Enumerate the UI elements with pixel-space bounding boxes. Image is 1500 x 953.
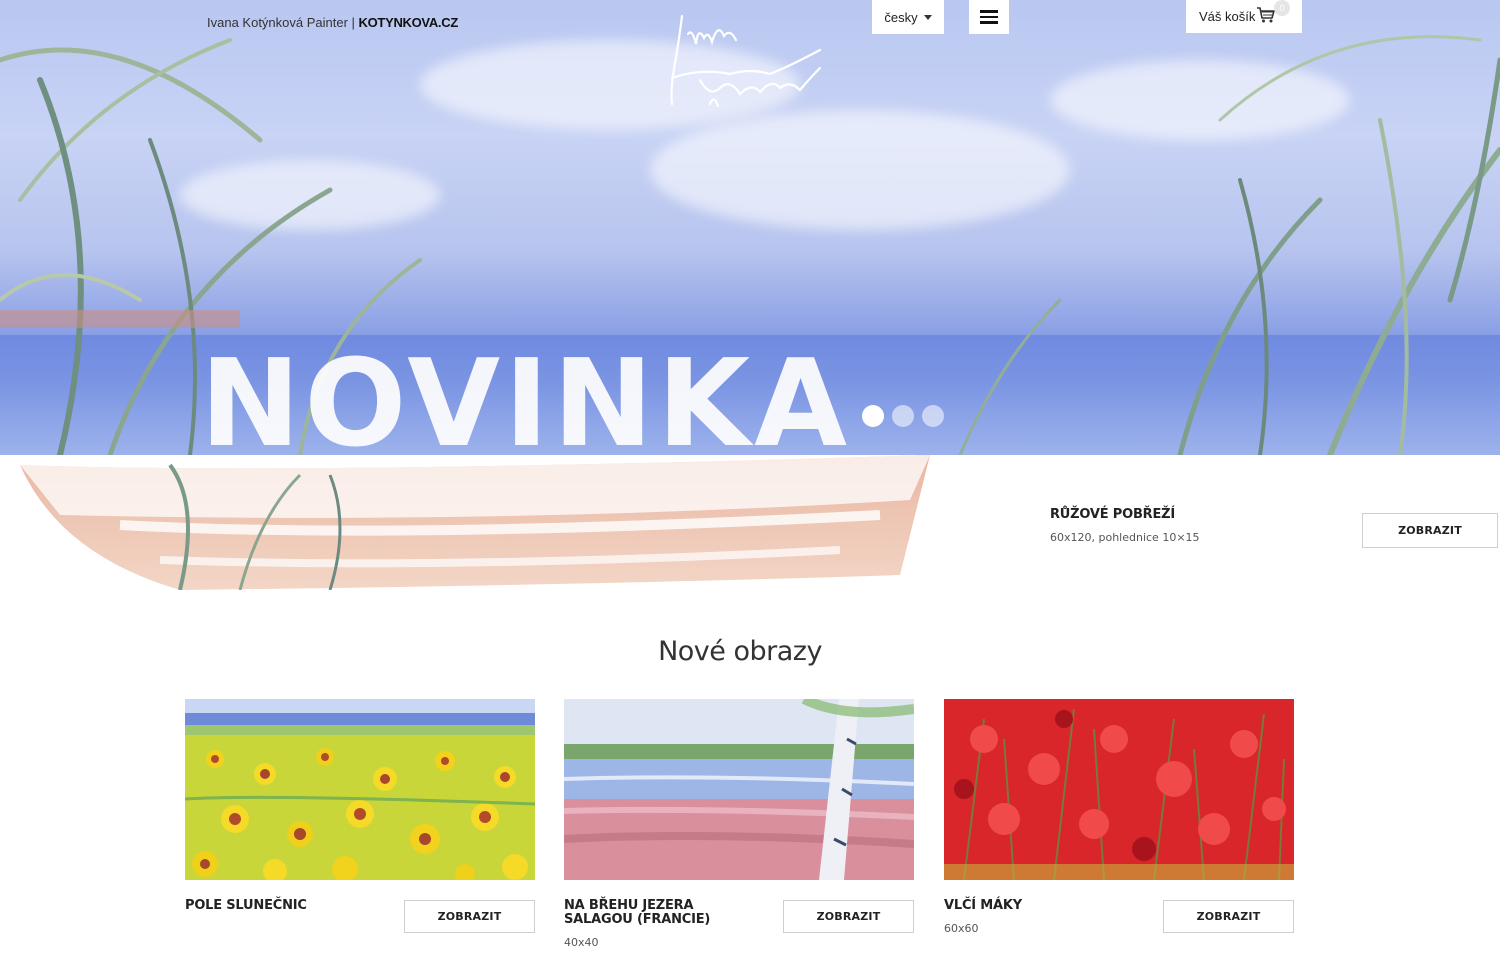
slider-dot-3[interactable] bbox=[922, 405, 944, 427]
painting-title[interactable]: POLE SLUNEČNIC bbox=[185, 899, 355, 913]
menu-icon-bar bbox=[980, 10, 998, 13]
language-dropdown[interactable]: česky bbox=[872, 0, 944, 34]
hero-brush-stroke bbox=[0, 455, 940, 590]
featured-title[interactable]: RŮŽOVÉ POBŘEŽÍ bbox=[1050, 507, 1175, 522]
slider-dot-1[interactable] bbox=[862, 405, 884, 427]
featured-size: 60x120, pohlednice 10×15 bbox=[1050, 531, 1200, 544]
painting-image-poppies[interactable] bbox=[944, 699, 1294, 880]
painting-card: VLČÍ MÁKY 60x60 ZOBRAZIT bbox=[944, 699, 1294, 935]
menu-icon-bar bbox=[980, 21, 998, 24]
shopping-cart-icon bbox=[1257, 7, 1275, 23]
painting-title[interactable]: VLČÍ MÁKY bbox=[944, 899, 1114, 913]
site-tagline[interactable]: Ivana Kotýnková Painter | KOTYNKOVA.CZ bbox=[207, 15, 458, 30]
slider-dots bbox=[862, 405, 944, 427]
painting-view-button[interactable]: ZOBRAZIT bbox=[1163, 900, 1294, 933]
signature-logo[interactable] bbox=[660, 8, 830, 113]
site-brand: KOTYNKOVA.CZ bbox=[358, 15, 459, 30]
language-label: česky bbox=[884, 9, 918, 25]
painting-card: NA BŘEHU JEZERA SALAGOU (FRANCIE) 40x40 … bbox=[564, 699, 914, 949]
hero-headline: NOVINKA bbox=[200, 335, 851, 465]
painting-size: 60x60 bbox=[944, 922, 979, 935]
chevron-down-icon bbox=[923, 14, 932, 20]
painting-title[interactable]: NA BŘEHU JEZERA SALAGOU (FRANCIE) bbox=[564, 899, 734, 927]
menu-icon-bar bbox=[980, 15, 998, 19]
painting-image-salagou[interactable] bbox=[564, 699, 914, 880]
hamburger-menu-button[interactable] bbox=[969, 0, 1009, 34]
painting-size: 40x40 bbox=[564, 936, 599, 949]
painting-card: POLE SLUNEČNIC ZOBRAZIT bbox=[185, 699, 535, 933]
section-title: Nové obrazy bbox=[658, 636, 822, 667]
cart-count-badge: 0 bbox=[1274, 0, 1290, 16]
painting-image-sunflowers[interactable] bbox=[185, 699, 535, 880]
featured-view-button[interactable]: ZOBRAZIT bbox=[1362, 513, 1498, 548]
painting-view-button[interactable]: ZOBRAZIT bbox=[404, 900, 535, 933]
cart-button[interactable]: Váš košík 0 bbox=[1186, 0, 1302, 33]
cart-label: Váš košík bbox=[1199, 9, 1256, 24]
painting-view-button[interactable]: ZOBRAZIT bbox=[783, 900, 914, 933]
slider-dot-2[interactable] bbox=[892, 405, 914, 427]
svg-text:NOVINKA: NOVINKA bbox=[200, 335, 851, 465]
site-tag-prefix: Ivana Kotýnková Painter | bbox=[207, 15, 359, 30]
